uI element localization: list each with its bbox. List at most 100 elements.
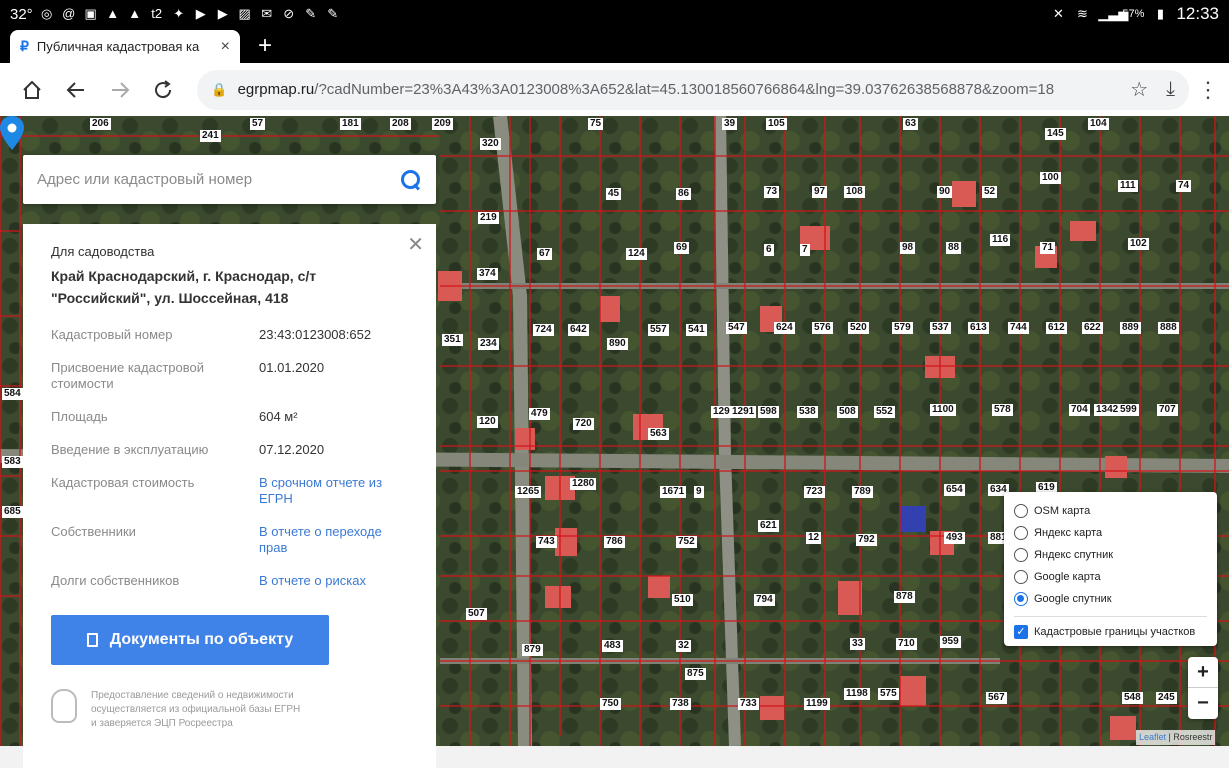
parcel-number-label[interactable]: 1199 — [804, 698, 830, 710]
address-bar[interactable]: 🔒 egrpmap.ru/?cadNumber=23%3A43%3A012300… — [197, 69, 1189, 110]
documents-button[interactable]: Документы по объекту — [51, 615, 329, 665]
parcel-number-label[interactable]: 1291 — [730, 406, 757, 418]
parcel-number-label[interactable]: 234 — [478, 338, 499, 350]
search-icon[interactable] — [400, 169, 422, 191]
parcel-number-label[interactable]: 704 — [1069, 404, 1090, 416]
parcel-number-label[interactable]: 63 — [903, 118, 919, 130]
parcel-number-label[interactable]: 12 — [806, 532, 822, 544]
parcel-number-label[interactable]: 547 — [726, 322, 747, 334]
parcel-number-label[interactable]: 6 — [764, 244, 774, 256]
bookmark-star-icon[interactable]: ☆ — [1130, 77, 1148, 102]
parcel-number-label[interactable]: 720 — [573, 418, 594, 430]
forward-button[interactable] — [98, 68, 142, 112]
parcel-number-label[interactable]: 116 — [990, 234, 1011, 246]
back-button[interactable] — [54, 68, 98, 112]
detail-link[interactable]: В отчете о переходе прав — [259, 524, 408, 556]
menu-dots-icon[interactable]: ⋮ — [1197, 77, 1219, 103]
parcel-number-label[interactable]: 599 — [1118, 404, 1139, 416]
parcel-number-label[interactable]: 507 — [466, 608, 487, 620]
radio-icon[interactable] — [1014, 504, 1028, 518]
parcel-number-label[interactable]: 241 — [200, 130, 221, 142]
leaflet-link[interactable]: Leaflet — [1139, 732, 1166, 742]
parcel-number-label[interactable]: 1100 — [930, 404, 956, 416]
parcel-number-label[interactable]: 39 — [722, 118, 738, 130]
parcel-number-label[interactable]: 685 — [2, 506, 23, 518]
parcel-number-label[interactable]: 98 — [900, 242, 916, 254]
parcel-number-label[interactable]: 69 — [674, 242, 690, 254]
url-text[interactable]: egrpmap.ru/?cadNumber=23%3A43%3A0123008%… — [238, 81, 1113, 98]
parcel-number-label[interactable]: 9 — [694, 486, 704, 498]
parcel-number-label[interactable]: 624 — [774, 322, 795, 334]
parcel-number-label[interactable]: 642 — [568, 324, 589, 336]
parcel-number-label[interactable]: 1265 — [515, 486, 542, 498]
base-layer-option[interactable]: Google карта — [1014, 566, 1207, 588]
parcel-number-label[interactable]: 90 — [937, 186, 953, 198]
parcel-number-label[interactable]: 789 — [852, 486, 873, 498]
parcel-number-label[interactable]: 483 — [602, 640, 623, 652]
parcel-number-label[interactable]: 750 — [600, 698, 621, 710]
parcel-number-label[interactable]: 575 — [878, 688, 899, 700]
parcel-number-label[interactable]: 710 — [896, 638, 917, 650]
parcel-number-label[interactable]: 108 — [844, 186, 865, 198]
parcel-number-label[interactable]: 598 — [758, 406, 779, 418]
parcel-number-label[interactable]: 7 — [800, 244, 810, 256]
parcel-number-label[interactable]: 537 — [930, 322, 951, 334]
parcel-number-label[interactable]: 786 — [604, 536, 625, 548]
radio-icon[interactable] — [1014, 548, 1028, 562]
overlay-cadastral-option[interactable]: ✓ Кадастровые границы участков — [1014, 621, 1207, 643]
parcel-number-label[interactable]: 889 — [1120, 322, 1141, 334]
parcel-number-label[interactable]: 493 — [944, 532, 965, 544]
parcel-number-label[interactable]: 613 — [968, 322, 989, 334]
parcel-number-label[interactable]: 538 — [797, 406, 818, 418]
parcel-number-label[interactable]: 557 — [648, 324, 669, 336]
parcel-number-label[interactable]: 510 — [672, 594, 693, 606]
base-layer-option[interactable]: OSM карта — [1014, 500, 1207, 522]
parcel-number-label[interactable]: 548 — [1122, 692, 1143, 704]
parcel-number-label[interactable]: 102 — [1128, 238, 1149, 250]
parcel-number-label[interactable]: 1342 — [1094, 404, 1121, 416]
parcel-number-label[interactable]: 105 — [766, 118, 787, 130]
parcel-number-label[interactable]: 320 — [480, 138, 501, 150]
radio-icon[interactable] — [1014, 526, 1028, 540]
parcel-number-label[interactable]: 576 — [812, 322, 833, 334]
parcel-number-label[interactable]: 563 — [648, 428, 669, 440]
parcel-number-label[interactable]: 579 — [892, 322, 913, 334]
close-icon[interactable]: ✕ — [407, 232, 424, 257]
checkbox-checked-icon[interactable]: ✓ — [1014, 625, 1028, 639]
parcel-number-label[interactable]: 724 — [533, 324, 554, 336]
parcel-number-label[interactable]: 111 — [1118, 180, 1138, 192]
parcel-number-label[interactable]: 621 — [758, 520, 779, 532]
parcel-number-label[interactable]: 583 — [2, 456, 23, 468]
parcel-number-label[interactable]: 75 — [588, 118, 604, 130]
browser-tab[interactable]: ₽ Публичная кадастровая ка × — [10, 30, 240, 63]
radio-icon[interactable] — [1014, 570, 1028, 584]
parcel-number-label[interactable]: 743 — [536, 536, 557, 548]
detail-link[interactable]: В отчете о рисках — [259, 573, 408, 589]
parcel-number-label[interactable]: 32 — [676, 640, 692, 652]
parcel-number-label[interactable]: 794 — [754, 594, 775, 606]
search-input[interactable] — [37, 171, 400, 188]
parcel-number-label[interactable]: 351 — [442, 334, 463, 346]
home-button[interactable] — [10, 68, 54, 112]
parcel-number-label[interactable]: 57 — [250, 118, 266, 130]
parcel-number-label[interactable]: 104 — [1088, 118, 1109, 130]
parcel-number-label[interactable]: 744 — [1008, 322, 1029, 334]
base-layer-option[interactable]: Яндекс спутник — [1014, 544, 1207, 566]
parcel-number-label[interactable]: 792 — [856, 534, 877, 546]
parcel-number-label[interactable]: 124 — [626, 248, 647, 260]
parcel-number-label[interactable]: 752 — [676, 536, 697, 548]
parcel-number-label[interactable]: 1671 — [660, 486, 687, 498]
download-icon[interactable]: ⤓ — [1166, 78, 1175, 101]
parcel-number-label[interactable]: 74 — [1176, 180, 1192, 192]
parcel-number-label[interactable]: 723 — [804, 486, 825, 498]
parcel-number-label[interactable]: 707 — [1157, 404, 1178, 416]
parcel-number-label[interactable]: 33 — [850, 638, 866, 650]
parcel-number-label[interactable]: 206 — [90, 118, 111, 130]
parcel-number-label[interactable]: 879 — [522, 644, 543, 656]
new-tab-button[interactable]: + — [258, 32, 272, 60]
parcel-number-label[interactable]: 52 — [982, 186, 998, 198]
parcel-number-label[interactable]: 959 — [940, 636, 961, 648]
parcel-number-label[interactable]: 878 — [894, 591, 915, 603]
parcel-number-label[interactable]: 97 — [812, 186, 828, 198]
parcel-number-label[interactable]: 733 — [738, 698, 759, 710]
